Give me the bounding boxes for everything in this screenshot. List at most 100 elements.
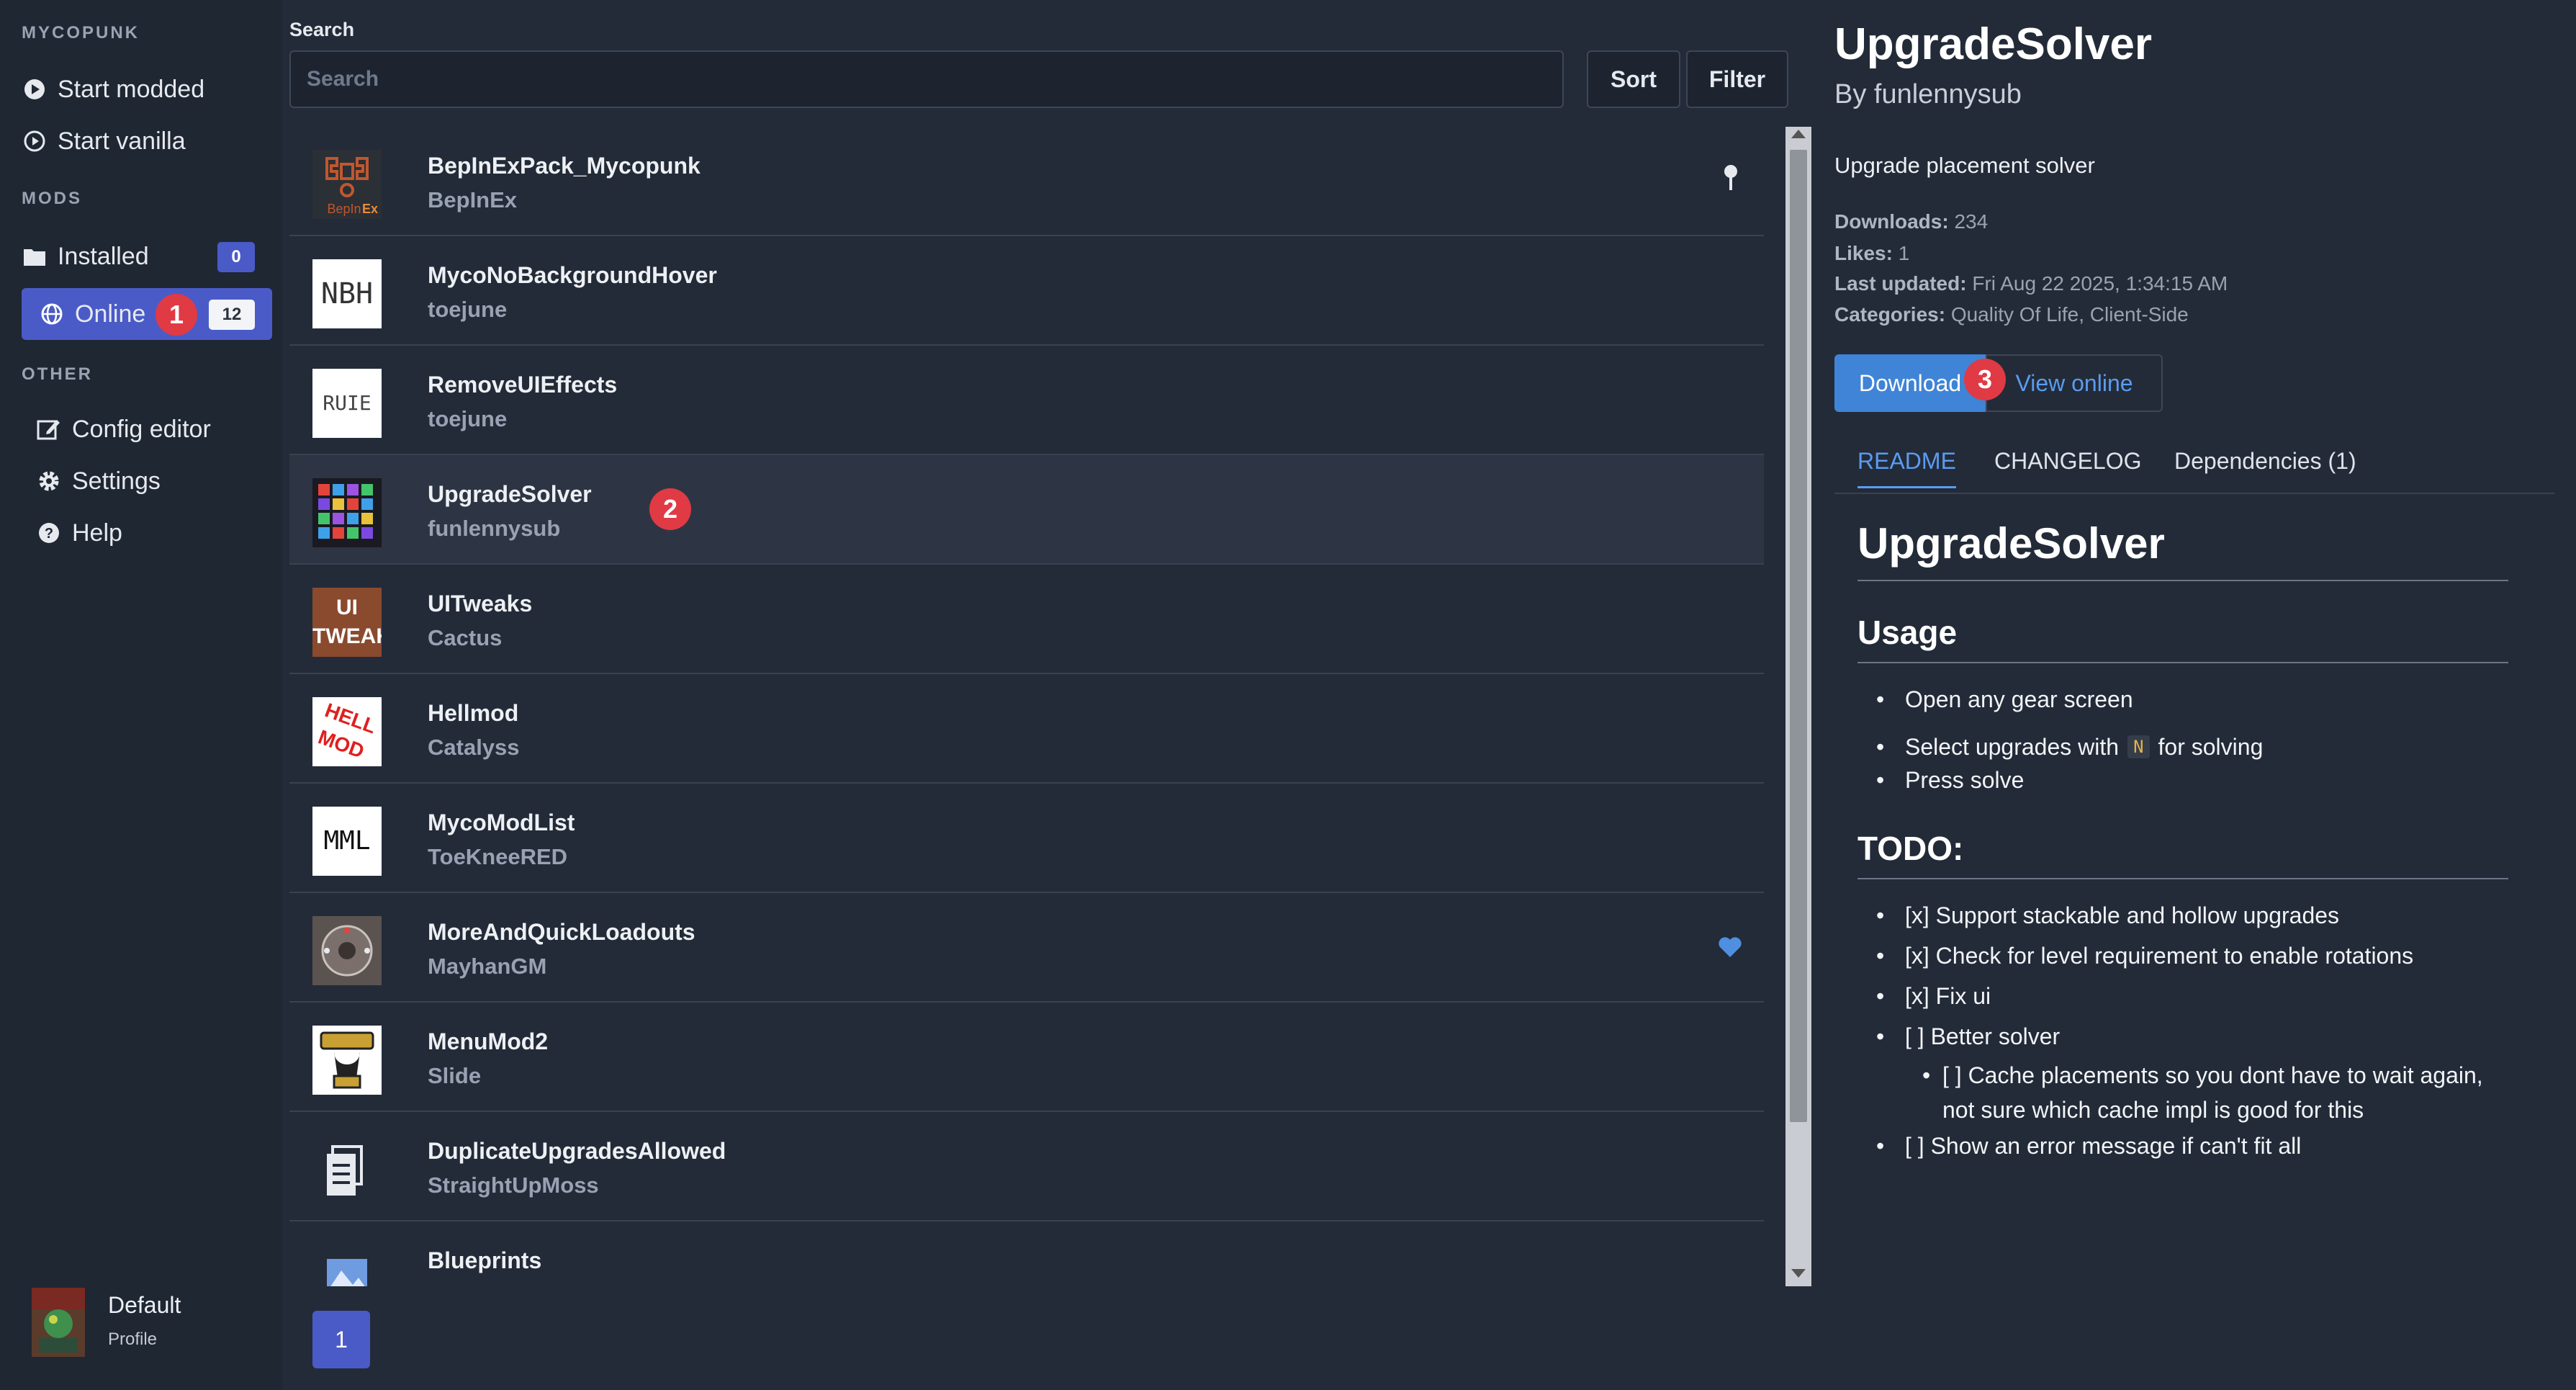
tab-dependencies[interactable]: Dependencies (1)	[2174, 448, 2356, 475]
readme-title: UpgradeSolver	[1857, 519, 2165, 568]
globe-icon	[39, 301, 65, 327]
mod-author: Catalyss	[428, 735, 520, 760]
sort-button[interactable]: Sort	[1587, 50, 1680, 108]
mod-thumbnail	[312, 1026, 382, 1095]
online-count-badge: 12	[209, 300, 255, 330]
sidebar-item-label: Installed	[58, 242, 149, 270]
mod-list-item[interactable]: UI TWEAKS UITweaks Cactus	[289, 565, 1764, 674]
tab-changelog[interactable]: CHANGELOG	[1994, 448, 2141, 475]
list-scrollbar-thumb[interactable]	[1790, 150, 1807, 1122]
list-item-nested: •[ ] Cache placements so you dont have t…	[1876, 1058, 2508, 1127]
thumb-text: MML	[323, 826, 371, 856]
heart-icon[interactable]	[1718, 936, 1742, 961]
tab-readme[interactable]: README	[1857, 448, 1956, 488]
list-item: • [x] Check for level requirement to enab…	[1876, 943, 2508, 983]
mod-thumbnail	[312, 478, 382, 547]
search-input[interactable]: Search	[289, 50, 1564, 108]
thumb-text: UI TWEAKS	[312, 596, 382, 648]
meta-value: 234	[1954, 210, 1989, 233]
mod-author: StraightUpMoss	[428, 1172, 599, 1198]
list-item-text: [x] Fix ui	[1905, 983, 1991, 1009]
sidebar-item-start-modded[interactable]: Start modded	[22, 63, 266, 115]
list-item: • [x] Support stackable and hollow upgrad…	[1876, 902, 2508, 943]
mod-list-item[interactable]: MML MycoModList ToeKneeRED	[289, 784, 1764, 893]
list-item-text: for solving	[2158, 733, 2264, 760]
profile-label: Profile	[108, 1330, 158, 1349]
todo-list: • [x] Support stackable and hollow upgrad…	[1857, 902, 2508, 1173]
filter-button[interactable]: Filter	[1686, 50, 1788, 108]
thumb-text: RUIE	[323, 391, 371, 415]
readme-usage-heading: Usage	[1857, 614, 1958, 651]
pin-icon[interactable]	[1722, 164, 1739, 197]
mod-thumbnail: BepIn Ex	[312, 150, 382, 219]
mod-author: MayhanGM	[428, 954, 547, 979]
mod-name: MycoNoBackgroundHover	[428, 262, 717, 288]
mod-list-item[interactable]: DuplicateUpgradesAllowed StraightUpMoss	[289, 1112, 1764, 1221]
sidebar-item-label: Help	[72, 519, 122, 547]
folder-icon	[22, 243, 48, 269]
meta-label: Last updated:	[1834, 272, 1967, 295]
sidebar-item-config-editor[interactable]: Config editor	[36, 403, 266, 455]
page-button-1[interactable]: 1	[312, 1311, 370, 1368]
list-item-text: [x] Check for level requirement to enabl…	[1905, 943, 2414, 969]
profile-name[interactable]: Default	[108, 1292, 181, 1319]
meta-downloads: Downloads: 234	[1834, 210, 1988, 233]
mod-list-item[interactable]: NBH MycoNoBackgroundHover toejune	[289, 236, 1764, 346]
meta-value: Quality Of Life, Client-Side	[1950, 303, 2189, 326]
mod-list-item[interactable]: HELL MOD Hellmod Catalyss	[289, 674, 1764, 784]
sidebar-item-label: Start vanilla	[58, 127, 186, 155]
download-button[interactable]: Download	[1834, 354, 1986, 412]
list-item-text: [ ] Show an error message if can't fit a…	[1905, 1133, 2302, 1159]
mod-list-item[interactable]: MoreAndQuickLoadouts MayhanGM	[289, 893, 1764, 1003]
list-item-text: [ ] Better solver	[1905, 1023, 2061, 1049]
sidebar-item-start-vanilla[interactable]: Start vanilla	[22, 115, 266, 167]
profile-avatar[interactable]	[32, 1288, 85, 1357]
svg-text:BepIn: BepIn	[327, 202, 361, 216]
mod-name: RemoveUIEffects	[428, 372, 618, 398]
scroll-up-arrow-icon[interactable]	[1791, 130, 1806, 138]
play-circle-outline-icon	[22, 128, 48, 154]
sidebar-item-label: Online	[75, 300, 146, 328]
mod-name: UpgradeSolver	[428, 481, 592, 507]
mod-author: BepInEx	[428, 187, 518, 212]
list-item: • Select upgrades with N for solving	[1876, 733, 2264, 760]
list-item: • Press solve	[1876, 767, 2508, 807]
mod-thumbnail: UI TWEAKS	[312, 588, 382, 657]
readme-content: UpgradeSolver Usage • Open any gear scree…	[1857, 519, 2508, 1173]
usage-list: • Open any gear screen • Select upgrades w…	[1857, 686, 2508, 807]
mod-name: Hellmod	[428, 700, 519, 726]
keyboard-key: N	[2127, 735, 2150, 758]
sidebar-item-label: Settings	[72, 467, 161, 495]
scroll-down-arrow-icon[interactable]	[1791, 1269, 1806, 1278]
svg-text:?: ?	[45, 526, 53, 542]
mod-author: funlennysub	[428, 516, 561, 541]
search-label: Search	[289, 19, 355, 40]
view-online-button[interactable]: View online	[1986, 354, 2163, 412]
list-item-text: Select upgrades with	[1905, 733, 2120, 760]
meta-label: Likes:	[1834, 242, 1893, 264]
mod-list-item[interactable]: Blueprints	[289, 1221, 1764, 1286]
svg-text:Ex: Ex	[362, 202, 378, 216]
readme-divider	[1857, 878, 2508, 879]
mod-list-item[interactable]: RUIE RemoveUIEffects toejune	[289, 346, 1764, 455]
mod-list-item-selected[interactable]: UpgradeSolver funlennysub 2	[289, 455, 1764, 565]
mod-author: toejune	[428, 297, 508, 322]
annotation-badge-2: 2	[649, 488, 691, 530]
mod-name: BepInExPack_Mycopunk	[428, 153, 701, 179]
sidebar-item-settings[interactable]: Settings	[36, 455, 266, 507]
detail-summary: Upgrade placement solver	[1834, 153, 2095, 178]
mod-thumbnail	[312, 916, 382, 985]
meta-last-updated: Last updated: Fri Aug 22 2025, 1:34:15 A…	[1834, 272, 2228, 295]
mod-name: UITweaks	[428, 591, 533, 616]
sidebar-item-help[interactable]: ? Help	[36, 507, 266, 559]
list-item-text: [ ] Cache placements so you dont have to…	[1942, 1062, 2483, 1123]
mod-list-item[interactable]: MenuMod2 Slide	[289, 1003, 1764, 1112]
help-icon: ?	[36, 520, 62, 546]
mod-name: MoreAndQuickLoadouts	[428, 919, 695, 945]
mod-list-item[interactable]: BepIn Ex BepInExPack_Mycopunk BepInEx	[289, 127, 1764, 236]
list-item: • [x] Fix ui	[1876, 983, 2508, 1023]
readme-divider	[1857, 662, 2508, 663]
edit-icon	[36, 416, 62, 442]
annotation-badge-1: 1	[156, 294, 197, 336]
mod-author: Cactus	[428, 625, 503, 650]
